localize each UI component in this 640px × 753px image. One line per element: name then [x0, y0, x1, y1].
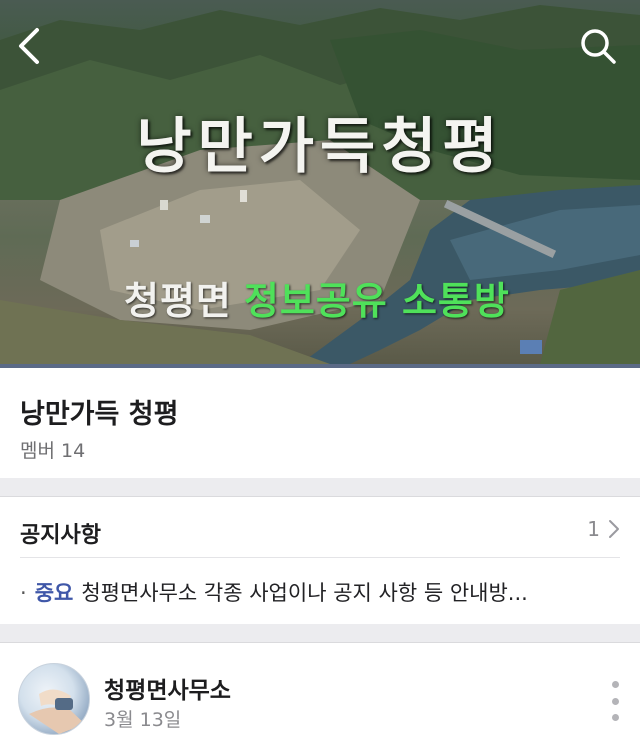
important-badge: 중요: [34, 581, 74, 605]
notice-more-link[interactable]: 1: [587, 517, 620, 541]
cover-subtitle-info: 정보공유 소통방: [243, 279, 510, 323]
band-group-page: 낭만가득청평 청평면정보공유 소통방 낭만가득 청평 멤버 14 공지사항 1: [0, 0, 640, 753]
notice-divider: [20, 557, 620, 558]
member-label: 멤버: [20, 440, 55, 462]
post-card[interactable]: 청평면사무소 3월 13일: [0, 642, 640, 753]
group-info: 낭만가득 청평 멤버 14: [0, 368, 640, 478]
notice-item-text: 청평면사무소 각종 사업이나 공지 사항 등 안내방...: [81, 581, 528, 605]
chevron-right-icon: [609, 520, 619, 538]
group-name: 낭만가득 청평: [20, 399, 179, 430]
search-button[interactable]: [574, 22, 622, 70]
chevron-left-icon: [19, 28, 39, 64]
member-number: 14: [61, 440, 86, 462]
more-options-button[interactable]: [608, 681, 622, 721]
more-dot-icon: [611, 681, 619, 688]
cover-subtitle: 청평면 정보공유 소통방: [124, 270, 510, 325]
notice-count: 1: [587, 517, 600, 541]
cover-subtitle-region: 청평면: [124, 279, 232, 323]
notice-section: 공지사항 1 · 중요 청평면사무소 각종 사업이나 공지 사항 등 안내방...: [0, 496, 640, 624]
post-author[interactable]: 청평면사무소: [104, 671, 231, 705]
more-dot-icon: [611, 714, 619, 721]
cover-title: 낭만가득청평: [136, 112, 504, 182]
cover-image: 낭만가득청평 청평면 정보공유 소통방: [0, 0, 640, 364]
author-avatar[interactable]: [18, 663, 90, 735]
notice-item[interactable]: · 중요 청평면사무소 각종 사업이나 공지 사항 등 안내방...: [20, 577, 620, 607]
back-button[interactable]: [6, 22, 54, 70]
search-icon: [581, 29, 616, 64]
member-count[interactable]: 멤버 14: [20, 436, 85, 463]
notice-title: 공지사항: [20, 523, 101, 548]
more-dot-icon: [611, 697, 619, 705]
avatar-photo: [29, 689, 85, 734]
notice-bullet: ·: [20, 581, 27, 605]
post-date: 3월 13일: [104, 709, 182, 731]
